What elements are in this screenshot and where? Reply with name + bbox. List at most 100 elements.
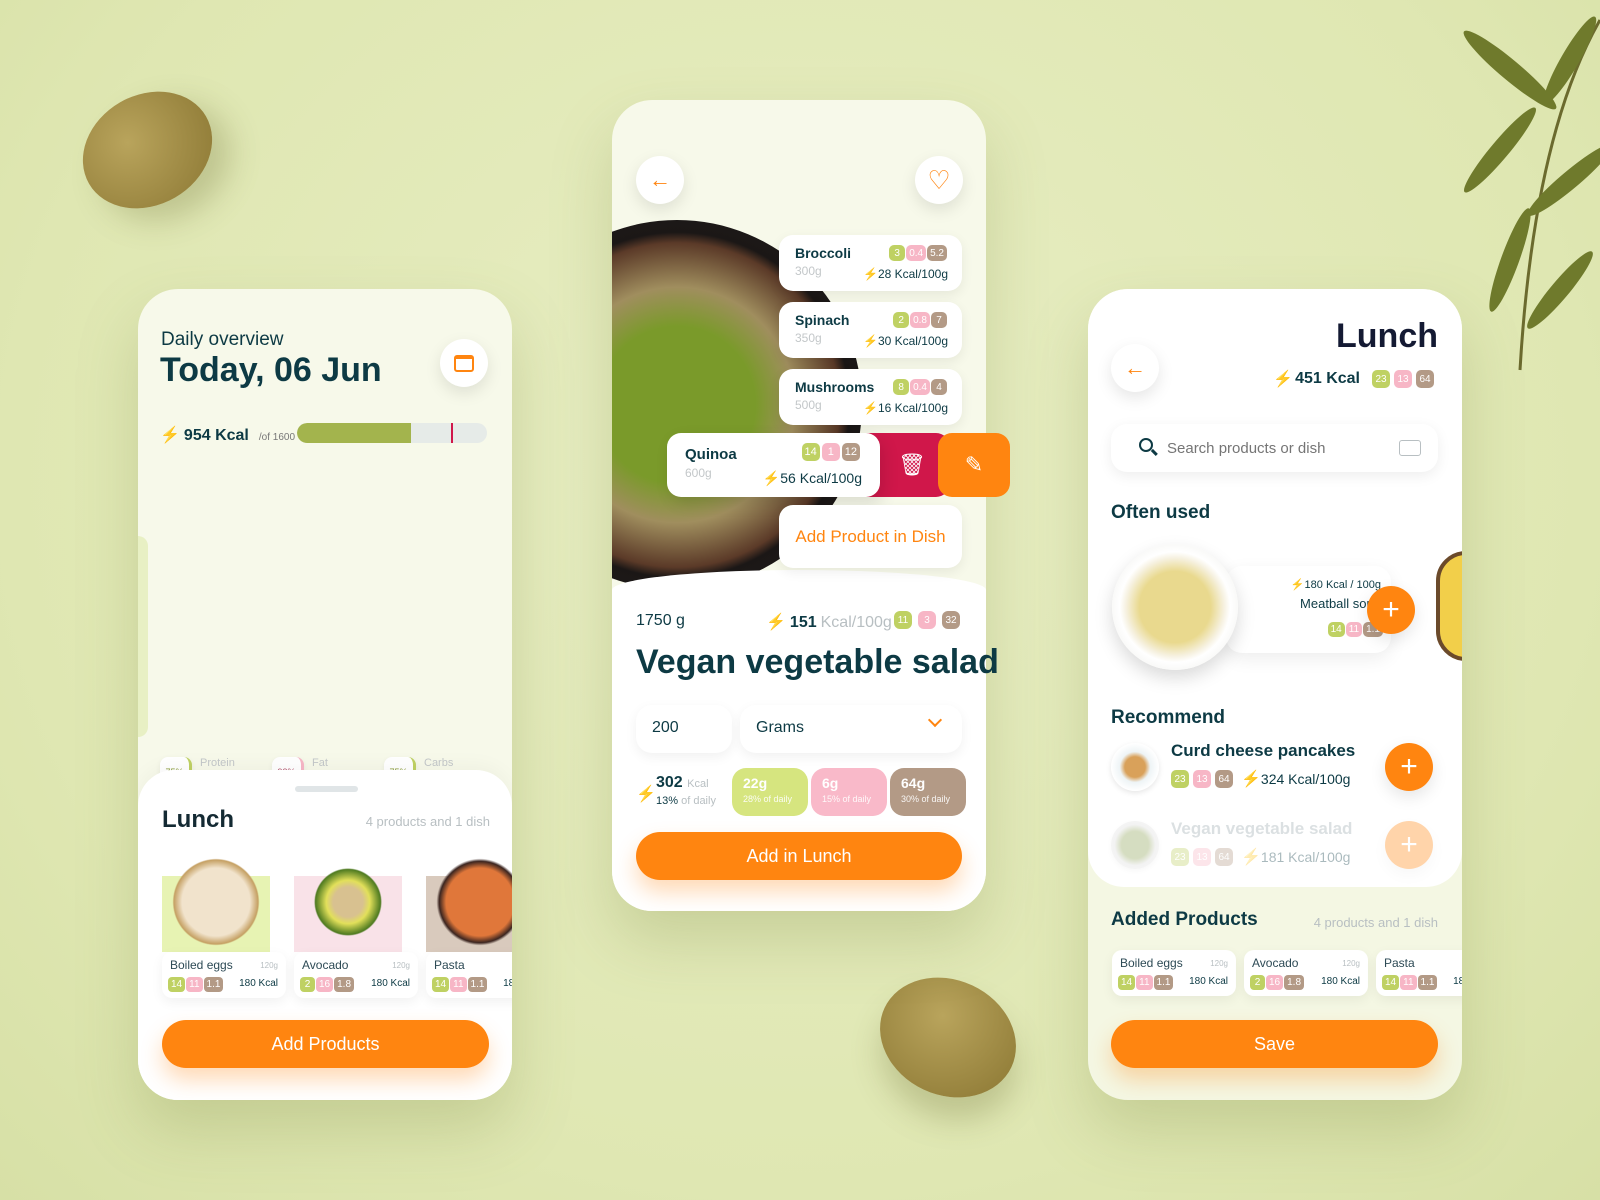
macro-badge: 64 (1215, 848, 1233, 866)
macro-badge: 7 (931, 312, 947, 328)
product-weight: 120g (392, 961, 410, 970)
macro-badge: 16 (1266, 975, 1284, 990)
nutrient-stat: 64g 30% of daily (890, 768, 966, 816)
add-recommend-button[interactable]: + (1385, 743, 1433, 791)
recommend-kcal: 324 Kcal/100g (1260, 771, 1351, 787)
nutrient-value: 64g (901, 775, 926, 791)
kcal-progress-fill (297, 423, 411, 443)
potato-decoration (61, 68, 234, 232)
nutrient-stat: 6g 15% of daily (811, 768, 887, 816)
add-recommend-button[interactable]: + (1385, 821, 1433, 869)
macro-badge: 0.4 (910, 379, 930, 395)
pencil-icon: ✎ (964, 452, 984, 477)
macro-badge: 11 (450, 977, 467, 992)
recommend-item[interactable]: Vegan vegetable salad 23 13 64 ⚡ 181 Kcal/10… (1088, 819, 1462, 879)
macro-badge: 14 (801, 443, 820, 461)
search-input[interactable] (1167, 436, 1387, 460)
camera-icon[interactable] (1399, 440, 1421, 456)
trash-icon: 🗑 (898, 452, 926, 477)
bolt-icon: ⚡ (1241, 771, 1261, 788)
unit-select[interactable]: Grams (740, 705, 962, 753)
back-button[interactable]: ← (1111, 344, 1159, 392)
save-button[interactable]: Save (1111, 1020, 1438, 1068)
macro-badge: 0.8 (910, 312, 930, 328)
amount-input[interactable]: 200 (636, 705, 732, 753)
dish-kcal: 151 (789, 614, 817, 631)
edit-ingredient-button[interactable]: ✎ (938, 433, 1010, 497)
kcal-total: 954 Kcal (183, 427, 249, 444)
goal-marker (451, 423, 453, 443)
bolt-icon: ⚡ (766, 614, 786, 631)
ingredient-kcal: 16 Kcal/100g (877, 401, 948, 415)
macro-badge: 14 (168, 977, 186, 992)
macro-badge: 1 (821, 443, 840, 461)
portion-pct: 13% (656, 795, 679, 807)
ingredient-kcal: 30 Kcal/100g (877, 334, 948, 348)
heart-icon: ♡ (927, 164, 951, 195)
macro-badge: 0.4 (906, 245, 927, 261)
plus-icon: + (1400, 828, 1418, 861)
banana-image (1436, 551, 1462, 661)
recommend-image (1111, 821, 1159, 869)
bolt-icon: ⚡ (762, 470, 781, 486)
add-products-button[interactable]: Add Products (162, 1020, 489, 1068)
ingredient-quinoa[interactable]: Quinoa 600g 14 1 12 ⚡56 Kcal/100g (667, 433, 880, 497)
macro-badge: 14 (1382, 975, 1400, 990)
sheet-drag-handle[interactable] (295, 786, 358, 792)
sheet-summary: 4 products and 1 dish (365, 814, 490, 829)
product-kcal: 180 Kcal (1321, 976, 1360, 987)
lunch-screen: Lunch ← ⚡ 451 Kcal 231364 Often used ⚡18… (1088, 289, 1462, 1100)
calendar-button[interactable] (440, 339, 488, 387)
product-kcal: 180 Kcal (503, 978, 512, 989)
bolt-icon: ⚡ (636, 786, 656, 803)
macro-badge: 14 (1327, 622, 1345, 637)
macro-badge: 13 (1193, 848, 1211, 866)
bolt-icon: ⚡ (1273, 371, 1294, 388)
macro-badge: 1.1 (1153, 975, 1174, 990)
recommend-item[interactable]: Curd cheese pancakes 23 13 64 ⚡ 324 Kcal/100… (1088, 741, 1462, 801)
bolt-icon: ⚡ (1290, 579, 1305, 591)
calendar-icon (454, 354, 474, 372)
recommend-title: Recommend (1111, 707, 1226, 728)
recommend-name: Vegan vegetable salad (1171, 819, 1353, 838)
arrow-left-icon: ← (649, 167, 671, 192)
macro-badge: 64 (1215, 770, 1233, 788)
product-kcal: 180 Kcal (371, 978, 410, 989)
favorite-button[interactable]: ♡ (915, 156, 963, 204)
bolt-icon: ⚡ (1241, 849, 1261, 866)
macro-badge: 23 (1171, 848, 1189, 866)
macro-badge: 14 (1118, 975, 1136, 990)
back-button[interactable]: ← (636, 156, 684, 204)
ingredient-mushrooms[interactable]: Mushrooms 500g 8 0.4 4 ⚡16 Kcal/100g (779, 369, 962, 425)
ingredient-spinach[interactable]: Spinach 350g 2 0.8 7 ⚡30 Kcal/100g (779, 302, 962, 358)
meatball-soup-image (1112, 544, 1238, 670)
nutrient-stat: 22g 28% of daily (732, 768, 808, 816)
product-kcal: 180 Kcal (1189, 976, 1228, 987)
macro-badge: 2 (893, 312, 910, 328)
bolt-icon: ⚡ (862, 334, 878, 348)
overview-subtitle: Daily overview (161, 329, 284, 350)
kcal-goal: /of 1600 (258, 432, 296, 443)
macro-badge: 14 (432, 977, 450, 992)
portion-kcal-unit: Kcal (687, 778, 709, 790)
macro-label: Protein (200, 757, 235, 769)
meal-card-previous[interactable] (138, 536, 148, 737)
arrow-left-icon: ← (1124, 355, 1146, 380)
add-often-button[interactable]: + (1367, 586, 1415, 634)
product-name: Pasta (434, 958, 465, 972)
dish-weight: 1750 g (636, 612, 685, 629)
add-product-in-dish-button[interactable]: Add Product in Dish (779, 505, 962, 568)
product-kcal: 180 Kcal (1453, 976, 1462, 987)
search-bar[interactable] (1111, 424, 1438, 472)
chevron-down-icon (927, 712, 943, 728)
add-in-lunch-button[interactable]: Add in Lunch (636, 832, 962, 880)
product-image (300, 854, 396, 950)
often-kcal: 180 Kcal / 100g (1304, 579, 1381, 591)
recommend-name: Curd cheese pancakes (1171, 741, 1356, 760)
product-kcal: 180 Kcal (239, 978, 278, 989)
macro-badge: 4 (931, 379, 947, 395)
macro-badge: 23 (1171, 770, 1189, 788)
kcal-progress-bar (297, 423, 487, 443)
macro-badge: 8 (893, 379, 910, 395)
ingredient-broccoli[interactable]: Broccoli 300g 3 0.4 5.2 ⚡28 Kcal/100g (779, 235, 962, 291)
